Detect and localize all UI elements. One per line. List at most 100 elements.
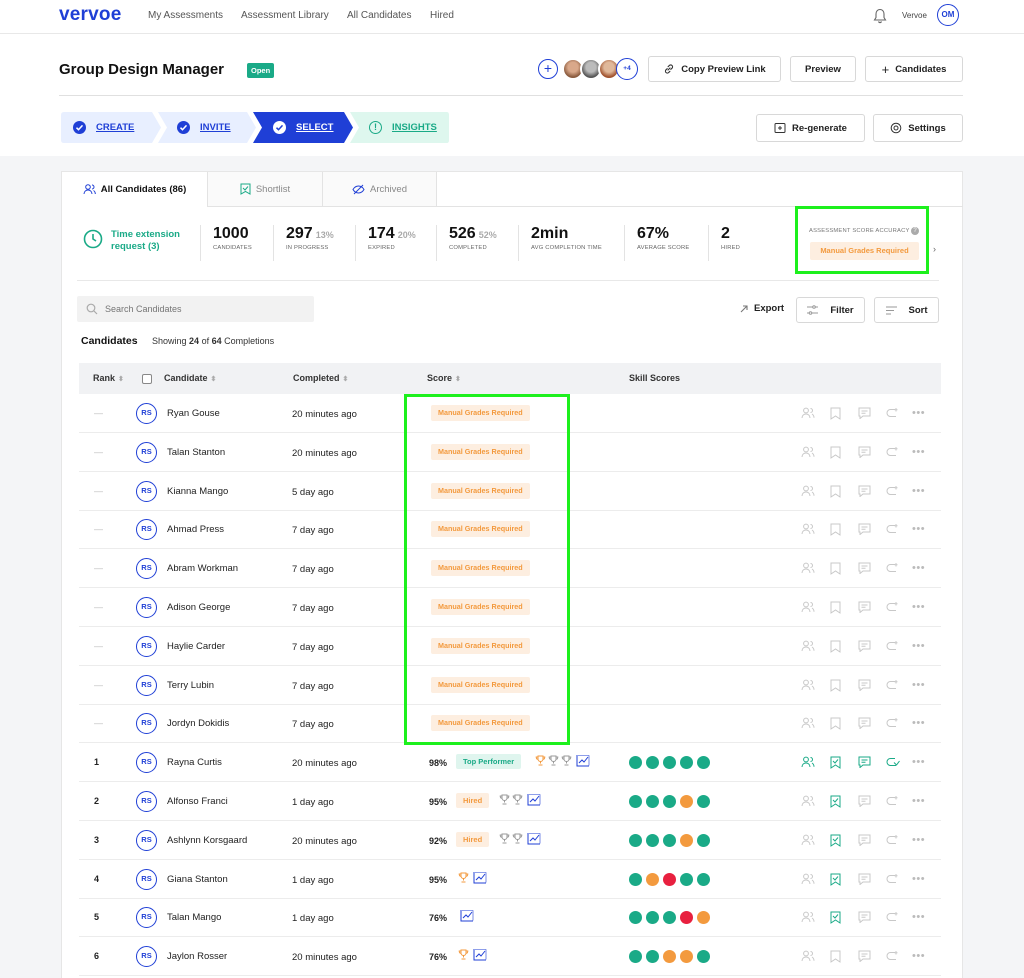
column-rank[interactable]: Rank ⬍ [93,373,124,383]
user-label[interactable]: Vervoe [902,11,927,20]
add-candidates-button[interactable]: + Candidates [865,56,963,82]
comment-icon[interactable] [858,485,871,500]
more-options-icon[interactable]: ••• [912,640,925,652]
candidate-name[interactable]: Abram Workman [167,563,238,574]
send-icon[interactable] [886,485,900,500]
more-options-icon[interactable]: ••• [912,407,925,419]
clock-icon[interactable] [83,229,103,249]
skill-score-dot[interactable] [680,795,693,808]
feedback-chart-icon[interactable] [576,754,590,770]
candidate-name[interactable]: Kianna Mango [167,486,228,497]
send-icon[interactable] [886,446,900,461]
send-icon[interactable] [886,873,900,888]
skill-score-dot[interactable] [663,872,676,886]
bookmark-icon[interactable] [830,873,841,889]
shortlist-users-icon[interactable] [801,834,815,849]
more-options-icon[interactable]: ••• [912,950,925,962]
skill-score-dot[interactable] [697,756,710,770]
candidate-avatar[interactable]: RS [136,635,157,657]
more-options-icon[interactable]: ••• [912,756,925,768]
preview-button[interactable]: Preview [790,56,856,82]
search-input[interactable] [105,296,305,322]
shortlist-users-icon[interactable] [801,911,815,926]
bookmark-icon[interactable] [830,601,841,617]
select-all-checkbox[interactable] [142,373,152,386]
skill-score-dot[interactable] [697,950,710,964]
shortlist-users-icon[interactable] [801,717,815,732]
vervoe-logo[interactable]: vervoe [59,4,121,26]
add-member-button[interactable]: + [538,59,558,79]
skill-score-dot[interactable] [697,833,710,847]
shortlist-users-icon[interactable] [801,601,815,616]
comment-icon[interactable] [858,523,871,538]
comment-icon[interactable] [858,446,871,461]
candidate-name[interactable]: Haylie Carder [167,641,225,652]
skill-score-dot[interactable] [680,833,693,847]
candidate-name[interactable]: Adison George [167,602,230,613]
comment-icon[interactable] [858,601,871,616]
send-icon[interactable] [886,407,900,422]
tab-all-candidates[interactable]: All Candidates (86) [62,172,207,206]
shortlist-users-icon[interactable] [801,756,815,771]
skill-score-dot[interactable] [697,795,710,808]
regenerate-button[interactable]: Re-generate [756,114,865,142]
more-options-icon[interactable]: ••• [912,717,925,729]
candidate-avatar[interactable]: RS [136,868,157,890]
send-icon[interactable] [886,911,900,926]
send-icon[interactable] [886,601,900,616]
skill-score-dot[interactable] [646,950,659,964]
bookmark-icon[interactable] [830,795,841,811]
comment-icon[interactable] [858,834,871,849]
shortlist-users-icon[interactable] [801,873,815,888]
nav-my-assessments[interactable]: My Assessments [148,10,223,21]
nav-assessment-library[interactable]: Assessment Library [241,10,329,21]
skill-score-dot[interactable] [663,911,676,925]
skill-score-dot[interactable] [697,872,710,886]
more-options-icon[interactable]: ••• [912,523,925,535]
candidate-name[interactable]: Terry Lubin [167,680,214,691]
comment-icon[interactable] [858,911,871,926]
candidate-name[interactable]: Rayna Curtis [167,757,222,768]
candidate-avatar[interactable]: RS [136,597,157,618]
comment-icon[interactable] [858,562,871,577]
filter-button[interactable]: Filter [796,297,865,323]
bookmark-icon[interactable] [830,562,841,578]
send-icon[interactable] [886,717,900,732]
candidate-avatar[interactable]: RS [136,791,157,812]
sort-button[interactable]: Sort [874,297,939,323]
bookmark-icon[interactable] [830,640,841,656]
nav-hired[interactable]: Hired [430,10,454,21]
tab-archived[interactable]: Archived [322,172,437,206]
candidate-name[interactable]: Jaylon Rosser [167,951,227,962]
comment-icon[interactable] [858,717,871,732]
more-options-icon[interactable]: ••• [912,911,925,923]
send-icon[interactable] [886,834,900,849]
skill-score-dot[interactable] [646,795,659,808]
chevron-right-icon[interactable]: › [933,244,936,254]
time-extension-requests-link[interactable]: Time extension request (3) [111,229,197,253]
shortlist-users-icon[interactable] [801,950,815,965]
skill-score-dot[interactable] [629,872,642,886]
nav-all-candidates[interactable]: All Candidates [347,10,411,21]
shortlist-users-icon[interactable] [801,640,815,655]
bookmark-icon[interactable] [830,756,841,772]
candidate-name[interactable]: Talan Mango [167,912,221,923]
comment-icon[interactable] [858,873,871,888]
bookmark-icon[interactable] [830,523,841,539]
step-create[interactable]: CREATE [73,112,134,143]
skill-score-dot[interactable] [663,833,676,847]
skill-score-dot[interactable] [629,756,642,770]
more-options-icon[interactable]: ••• [912,834,925,846]
send-icon[interactable] [886,950,900,965]
skill-score-dot[interactable] [629,795,642,808]
candidate-avatar[interactable]: RS [136,674,157,696]
more-options-icon[interactable]: ••• [912,485,925,497]
shortlist-users-icon[interactable] [801,679,815,694]
skill-score-dot[interactable] [680,756,693,770]
column-score[interactable]: Score ⬍ [427,373,461,383]
bookmark-icon[interactable] [830,911,841,927]
shortlist-users-icon[interactable] [801,485,815,500]
candidate-name[interactable]: Ahmad Press [167,524,224,535]
copy-preview-link-button[interactable]: Copy Preview Link [648,56,781,82]
tab-shortlist[interactable]: Shortlist [207,172,322,206]
